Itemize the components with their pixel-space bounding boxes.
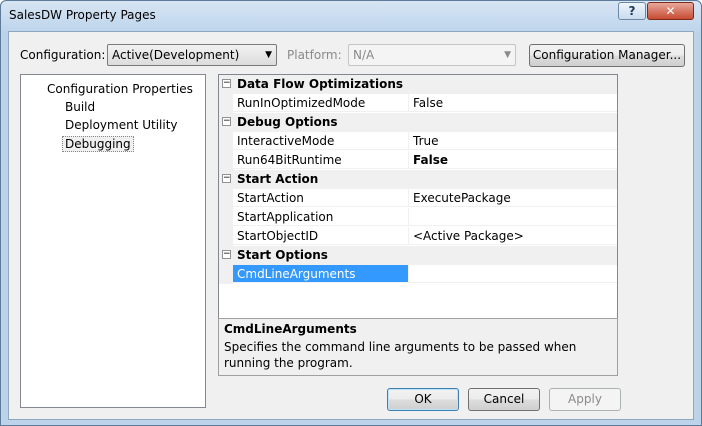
property-value[interactable]: <Active Package> <box>409 227 617 245</box>
category-label: Start Action <box>237 172 319 186</box>
category-label: Data Flow Optimizations <box>237 77 404 91</box>
property-row[interactable]: CmdLineArguments <box>219 265 617 284</box>
apply-button[interactable]: Apply <box>549 388 621 411</box>
tree-item-deployment-utility[interactable]: Deployment Utility <box>65 118 178 132</box>
dialog-body: Configuration: Active(Development) ▼ Pla… <box>8 31 694 420</box>
property-value[interactable] <box>409 208 617 226</box>
property-name[interactable]: StartObjectID <box>233 227 409 245</box>
property-row[interactable]: StartApplication <box>219 208 617 227</box>
property-value[interactable]: True <box>409 132 617 150</box>
grid-gutter <box>219 189 233 208</box>
property-row[interactable]: Run64BitRuntime False <box>219 151 617 170</box>
category-data-flow-optimizations[interactable]: − Data Flow Optimizations <box>219 75 617 94</box>
tree-item-debugging[interactable]: Debugging <box>62 136 134 152</box>
property-name[interactable]: StartAction <box>233 189 409 207</box>
property-value[interactable]: False <box>409 94 617 112</box>
property-name[interactable]: CmdLineArguments <box>233 265 409 283</box>
collapse-icon[interactable]: − <box>222 79 231 88</box>
ok-button[interactable]: OK <box>387 388 459 411</box>
property-name[interactable]: StartApplication <box>233 208 409 226</box>
grid-gutter <box>219 94 233 113</box>
category-start-action[interactable]: − Start Action <box>219 170 617 189</box>
category-start-options[interactable]: − Start Options <box>219 246 617 265</box>
window-title: SalesDW Property Pages <box>9 8 156 22</box>
category-label: Start Options <box>237 248 328 262</box>
property-value[interactable]: False <box>409 151 617 169</box>
property-tree: Configuration Properties Build Deploymen… <box>20 74 206 408</box>
description-text: Specifies the command line arguments to … <box>224 340 577 370</box>
configuration-dropdown[interactable]: Active(Development) ▼ <box>107 44 277 66</box>
description-title: CmdLineArguments <box>224 322 357 336</box>
category-debug-options[interactable]: − Debug Options <box>219 113 617 132</box>
tree-root-configuration-properties[interactable]: Configuration Properties <box>47 82 193 96</box>
property-row[interactable]: StartObjectID <Active Package> <box>219 227 617 246</box>
property-name[interactable]: Run64BitRuntime <box>233 151 409 169</box>
property-row[interactable]: RunInOptimizedMode False <box>219 94 617 113</box>
grid-gutter <box>219 132 233 151</box>
grid-gutter <box>219 227 233 246</box>
cancel-button[interactable]: Cancel <box>468 388 540 411</box>
tree-item-build[interactable]: Build <box>65 100 95 114</box>
title-bar: SalesDW Property Pages ? ✕ <box>1 1 701 31</box>
category-label: Debug Options <box>237 115 338 129</box>
property-name[interactable]: InteractiveMode <box>233 132 409 150</box>
grid-gutter <box>219 265 233 284</box>
grid-gutter <box>219 151 233 170</box>
configuration-label: Configuration: <box>20 48 106 62</box>
collapse-icon[interactable]: − <box>222 117 231 126</box>
configuration-manager-button[interactable]: Configuration Manager... <box>529 44 685 67</box>
property-row[interactable]: InteractiveMode True <box>219 132 617 151</box>
description-pane: CmdLineArguments Specifies the command l… <box>218 318 618 376</box>
chevron-down-icon: ▼ <box>265 50 272 60</box>
platform-dropdown[interactable]: N/A ▼ <box>348 44 516 66</box>
property-grid: − Data Flow Optimizations RunInOptimized… <box>218 74 618 345</box>
platform-value: N/A <box>353 48 375 62</box>
property-name[interactable]: RunInOptimizedMode <box>233 94 409 112</box>
property-value[interactable] <box>409 265 617 283</box>
collapse-icon[interactable]: − <box>222 174 231 183</box>
configuration-value: Active(Development) <box>112 48 240 62</box>
property-row[interactable]: StartAction ExecutePackage <box>219 189 617 208</box>
close-button[interactable]: ✕ <box>647 2 694 20</box>
chevron-down-icon: ▼ <box>504 50 511 60</box>
help-button[interactable]: ? <box>618 2 646 20</box>
property-value[interactable]: ExecutePackage <box>409 189 617 207</box>
platform-label: Platform: <box>287 48 342 62</box>
property-pages-window: SalesDW Property Pages ? ✕ Configuration… <box>0 0 702 426</box>
collapse-icon[interactable]: − <box>222 250 231 259</box>
grid-gutter <box>219 208 233 227</box>
